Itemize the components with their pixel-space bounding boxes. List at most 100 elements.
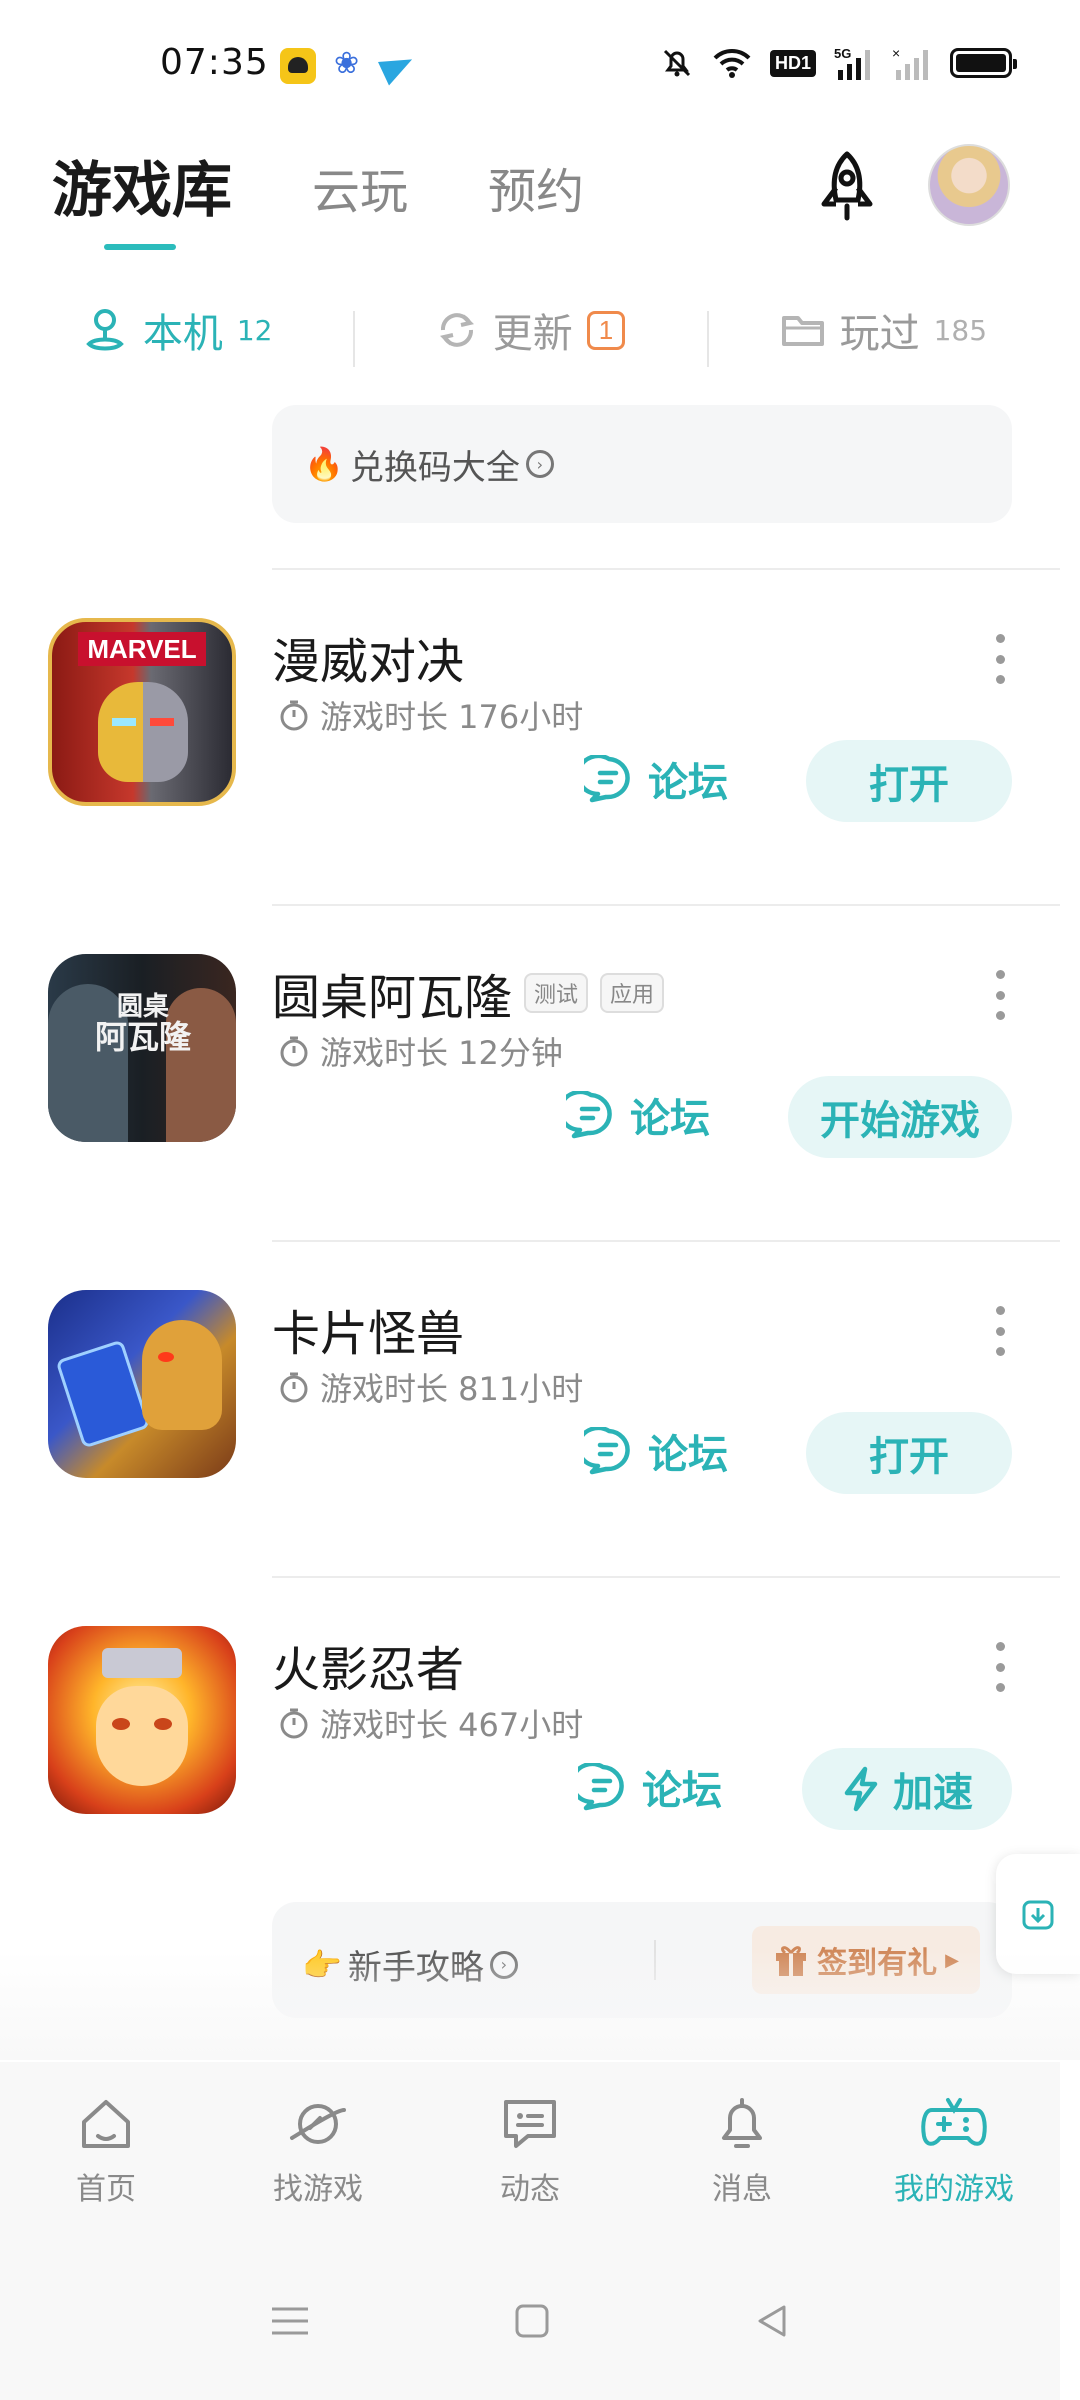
subtab-update[interactable]: 更新 1 bbox=[353, 301, 706, 367]
paper-plane-app-icon bbox=[380, 48, 416, 84]
menu-icon[interactable] bbox=[268, 2301, 312, 2341]
start-game-label: 开始游戏 bbox=[820, 1098, 980, 1144]
subtab-played[interactable]: 玩过 185 bbox=[706, 301, 1060, 367]
game-icon-card-monster[interactable] bbox=[48, 1290, 236, 1478]
location-pin-icon bbox=[86, 309, 124, 351]
notification-icons bbox=[280, 46, 416, 84]
update-count-badge: 1 bbox=[586, 310, 626, 350]
subtab-played-label: 玩过 bbox=[839, 311, 920, 357]
mute-bell-icon bbox=[663, 49, 691, 77]
game-title: 圆桌阿瓦隆 bbox=[272, 970, 513, 1026]
tab-cloud-play[interactable]: 云玩 bbox=[312, 140, 408, 222]
tab-reservation[interactable]: 预约 bbox=[488, 140, 584, 222]
marvel-logo: MARVEL bbox=[78, 632, 206, 666]
forum-chat-icon bbox=[584, 755, 630, 803]
game-title: 卡片怪兽 bbox=[272, 1306, 465, 1362]
chat-icon bbox=[504, 2100, 556, 2148]
playtime-text: 游戏时长 467小时 bbox=[320, 1706, 584, 1744]
helmet-app-icon bbox=[280, 48, 316, 84]
redeem-banner-text: 兑换码大全 bbox=[349, 447, 520, 488]
nav-item-home[interactable]: 首页 bbox=[0, 2062, 212, 2242]
refresh-icon bbox=[439, 313, 474, 347]
home-square-icon[interactable] bbox=[512, 2301, 552, 2341]
more-options-icon[interactable] bbox=[992, 1642, 1008, 1692]
game-title: 漫威对决 bbox=[272, 634, 465, 690]
timer-icon bbox=[280, 1708, 308, 1739]
game-name: 卡片怪兽 bbox=[272, 1294, 464, 1364]
game-icon-avalon[interactable]: 圆桌 阿瓦隆 bbox=[48, 954, 236, 1142]
sub-tabs: 本机 12 更新 1 玩过 185 bbox=[0, 290, 1060, 370]
playtime-text: 游戏时长 811小时 bbox=[320, 1370, 584, 1408]
tab-game-library[interactable]: 游戏库 bbox=[52, 140, 232, 250]
divider bbox=[272, 568, 1060, 570]
accelerate-label: 加速 bbox=[893, 1770, 973, 1816]
redeem-code-banner[interactable]: 🔥 兑换码大全 › bbox=[272, 405, 1012, 523]
svg-text:5G: 5G bbox=[834, 46, 851, 61]
nav-label: 首页 bbox=[76, 2172, 136, 2207]
playtime: 游戏时长 176小时 bbox=[278, 692, 583, 738]
forum-button[interactable]: 论坛 bbox=[584, 1422, 728, 1480]
system-navigation-bar bbox=[0, 2242, 1060, 2400]
home-icon bbox=[82, 2100, 130, 2148]
tag-app: 应用 bbox=[600, 973, 665, 1013]
game-row-card-monster: 卡片怪兽 游戏时长 811小时 论坛 打开 bbox=[0, 1244, 1080, 1580]
battery-icon bbox=[950, 48, 1017, 78]
game-icon-naruto[interactable] bbox=[48, 1626, 236, 1814]
playtime-text: 游戏时长 12分钟 bbox=[320, 1034, 563, 1072]
subtab-local-label: 本机 bbox=[142, 311, 223, 357]
avalon-icon-text-bottom: 阿瓦隆 bbox=[94, 1018, 191, 1057]
nav-item-feed[interactable]: 动态 bbox=[424, 2062, 636, 2242]
playtime-text: 游戏时长 176小时 bbox=[320, 698, 584, 736]
status-bar: 07:35 HD1 5G × bbox=[0, 0, 1080, 130]
accelerate-button[interactable]: 加速 bbox=[802, 1748, 1012, 1830]
game-title: 火影忍者 bbox=[272, 1642, 465, 1698]
playtime: 游戏时长 811小时 bbox=[278, 1364, 583, 1410]
forum-chat-icon bbox=[584, 1427, 630, 1475]
game-row-marvel: MARVEL 漫威对决 游戏时长 176小时 论坛 打开 bbox=[0, 572, 1080, 908]
open-label: 打开 bbox=[869, 762, 949, 808]
timer-icon bbox=[280, 700, 308, 731]
nav-item-my-games[interactable]: 我的游戏 bbox=[848, 2062, 1060, 2242]
more-options-icon[interactable] bbox=[992, 1306, 1008, 1356]
bottom-nav: 首页 找游戏 动态 消息 我的游戏 bbox=[0, 2062, 1060, 2242]
divider bbox=[272, 1240, 1060, 1242]
system-status-icons: HD1 5G × bbox=[660, 46, 1017, 80]
guide-text: 新手攻略 bbox=[347, 1948, 484, 1988]
more-options-icon[interactable] bbox=[992, 970, 1008, 1020]
forum-label: 论坛 bbox=[630, 1096, 710, 1142]
game-row-avalon: 圆桌 阿瓦隆 圆桌阿瓦隆 测试 应用 游戏时长 12分钟 论坛 开始游戏 bbox=[0, 908, 1080, 1244]
nav-label: 动态 bbox=[500, 2172, 560, 2207]
back-triangle-icon[interactable] bbox=[752, 2301, 792, 2341]
circle-arrow-icon: › bbox=[525, 450, 554, 478]
floating-download-tab[interactable] bbox=[996, 1854, 1080, 1974]
forum-button[interactable]: 论坛 bbox=[566, 1086, 710, 1144]
signal-nosim-icon: × bbox=[892, 46, 928, 80]
nav-item-find-games[interactable]: 找游戏 bbox=[212, 2062, 424, 2242]
rocket-icon[interactable] bbox=[808, 148, 886, 226]
svg-text:×: × bbox=[892, 46, 900, 61]
pointing-hand-icon: 👉 bbox=[302, 1945, 342, 1984]
forum-label: 论坛 bbox=[648, 760, 728, 806]
subtab-played-count: 185 bbox=[933, 313, 988, 347]
more-options-icon[interactable] bbox=[992, 634, 1008, 684]
fire-icon: 🔥 bbox=[304, 445, 344, 483]
bell-icon bbox=[722, 2098, 762, 2148]
nav-item-messages[interactable]: 消息 bbox=[636, 2062, 848, 2242]
subtab-local-count: 12 bbox=[236, 313, 273, 347]
game-icon-marvel[interactable]: MARVEL bbox=[48, 618, 236, 806]
avatar[interactable] bbox=[928, 144, 1010, 226]
beginner-guide-link[interactable]: 👉 新手攻略 › bbox=[302, 1940, 518, 1989]
planet-icon bbox=[290, 2104, 346, 2144]
signin-gift-button[interactable]: 签到有礼 ▶ bbox=[752, 1926, 980, 1994]
game-name: 漫威对决 bbox=[272, 622, 464, 692]
hd-voice-badge: HD1 bbox=[769, 49, 816, 77]
forum-button[interactable]: 论坛 bbox=[578, 1758, 722, 1816]
subtab-local[interactable]: 本机 12 bbox=[0, 301, 353, 359]
forum-button[interactable]: 论坛 bbox=[584, 750, 728, 808]
game-row-naruto: 火影忍者 游戏时长 467小时 论坛 加速 bbox=[0, 1580, 1080, 1916]
open-game-button[interactable]: 打开 bbox=[806, 1412, 1012, 1494]
start-game-button[interactable]: 开始游戏 bbox=[788, 1076, 1012, 1158]
open-label: 打开 bbox=[869, 1434, 949, 1480]
nav-label: 我的游戏 bbox=[894, 2172, 1014, 2207]
open-game-button[interactable]: 打开 bbox=[806, 740, 1012, 822]
